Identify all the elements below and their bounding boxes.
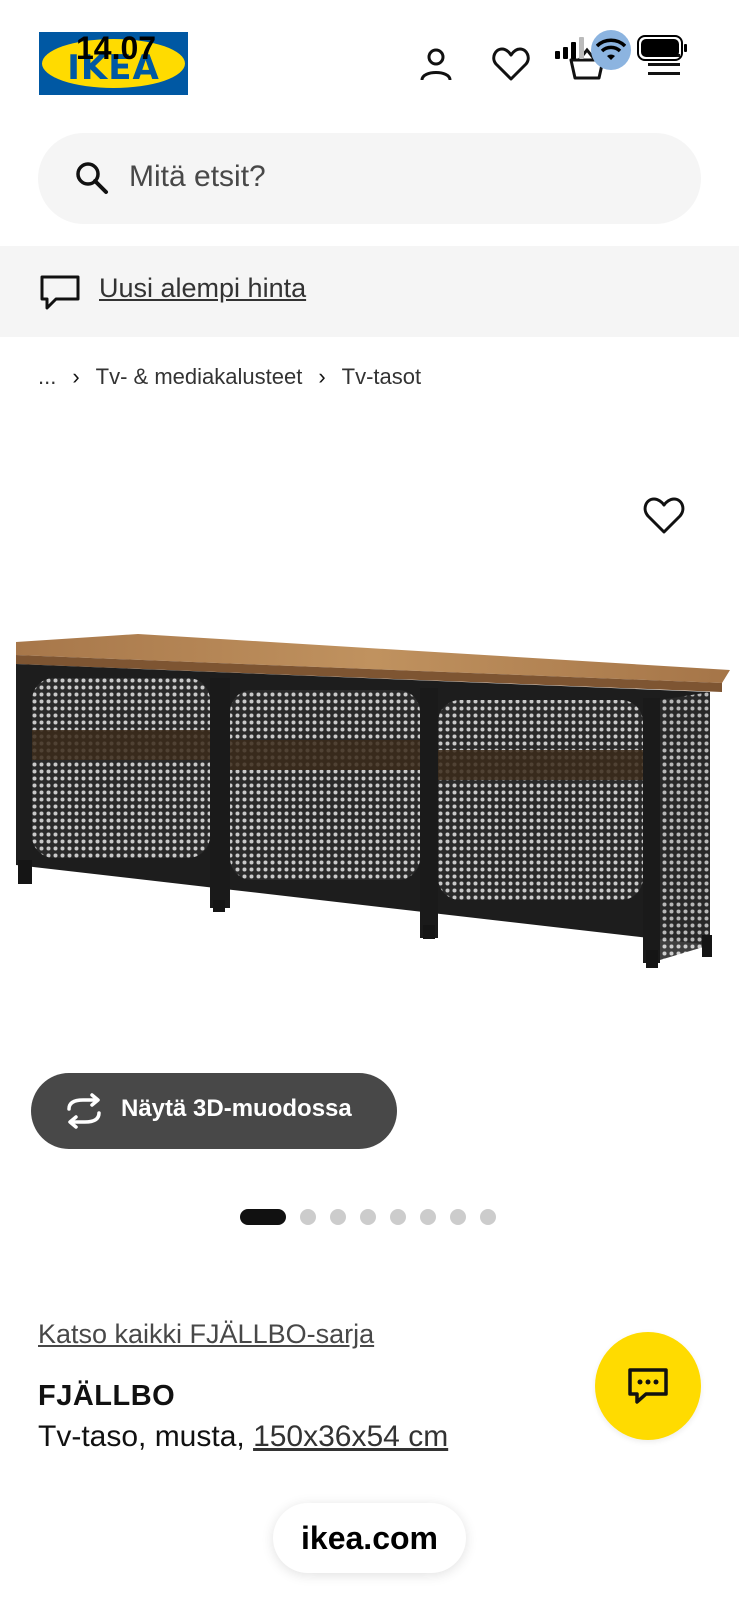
wifi-icon <box>591 30 631 70</box>
view-3d-button[interactable]: Näytä 3D-muodossa <box>31 1073 397 1149</box>
carousel-dot[interactable] <box>390 1209 406 1225</box>
product-dimensions-link[interactable]: 150x36x54 cm <box>253 1420 448 1453</box>
favorite-heart-icon[interactable] <box>642 494 686 536</box>
carousel-dot[interactable] <box>480 1209 496 1225</box>
carousel-dot[interactable] <box>360 1209 376 1225</box>
search-icon[interactable] <box>72 158 112 198</box>
browser-url-pill[interactable]: ikea.com <box>273 1503 466 1573</box>
page-header: IKEA 14.07 <box>0 0 739 120</box>
status-time: 14.07 <box>76 30 157 66</box>
carousel-dot[interactable] <box>450 1209 466 1225</box>
view-3d-label: Näytä 3D-muodossa <box>121 1095 352 1122</box>
breadcrumb-tv-media[interactable]: Tv- & mediakalusteet <box>96 364 303 390</box>
rotate-3d-icon <box>63 1093 105 1129</box>
product-image[interactable] <box>10 600 730 1000</box>
status-icons <box>555 30 689 70</box>
breadcrumb: ... › Tv- & mediakalusteet › Tv-tasot <box>38 362 421 392</box>
carousel-dots <box>240 1209 496 1225</box>
chevron-right-icon: › <box>72 364 80 389</box>
product-type: Tv-taso, musta, <box>38 1420 254 1453</box>
signal-icon <box>555 36 585 64</box>
person-icon[interactable] <box>412 40 460 88</box>
lower-price-link[interactable]: Uusi alempi hinta <box>99 273 306 304</box>
carousel-dot[interactable] <box>330 1209 346 1225</box>
chat-button[interactable] <box>595 1332 701 1440</box>
carousel-dot[interactable] <box>240 1209 286 1225</box>
search-input[interactable]: Mitä etsit? <box>129 160 266 194</box>
product-name: FJÄLLBO <box>38 1380 176 1412</box>
carousel-dot[interactable] <box>420 1209 436 1225</box>
product-description: Tv-taso, musta, 150x36x54 cm <box>38 1420 448 1454</box>
series-link[interactable]: Katso kaikki FJÄLLBO-sarja <box>38 1319 374 1350</box>
heart-icon[interactable] <box>487 40 535 88</box>
carousel-dot[interactable] <box>300 1209 316 1225</box>
breadcrumb-ellipsis[interactable]: ... <box>38 364 56 390</box>
chevron-right-icon: › <box>318 364 326 389</box>
battery-icon <box>637 34 689 66</box>
chat-icon <box>628 1368 668 1404</box>
breadcrumb-tv-stands[interactable]: Tv-tasot <box>342 364 421 390</box>
chat-bubble-icon <box>38 273 82 313</box>
